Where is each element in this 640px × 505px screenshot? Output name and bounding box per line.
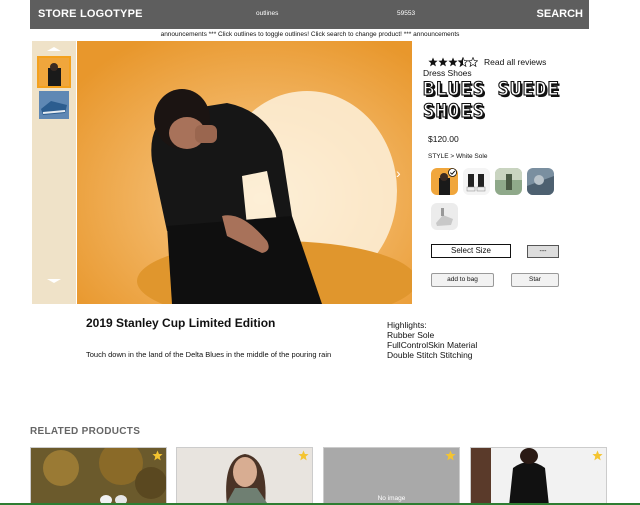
related-product-card[interactable]: No image (323, 447, 460, 505)
thumbnail-up-arrow-icon[interactable] (47, 47, 61, 51)
star-full-icon (448, 57, 458, 67)
star-full-icon (428, 57, 438, 67)
related-product-card[interactable] (176, 447, 313, 505)
product-rating: Read all reviews (428, 57, 546, 67)
star-button[interactable]: Star (511, 273, 559, 287)
next-image-chevron-icon[interactable]: › (396, 165, 401, 181)
favorite-star-icon[interactable] (152, 450, 163, 461)
favorite-star-icon[interactable] (445, 450, 456, 461)
product-category: Dress Shoes (423, 68, 472, 78)
outlines-toggle[interactable]: outlines (256, 10, 278, 17)
product-price: $120.00 (428, 134, 459, 144)
related-product-card[interactable] (30, 447, 167, 505)
related-product-image (31, 448, 166, 504)
store-logotype[interactable]: STORE LOGOTYPE (38, 8, 143, 20)
favorite-star-icon[interactable] (592, 450, 603, 461)
read-reviews-link[interactable]: Read all reviews (484, 57, 546, 67)
rating-stars (428, 57, 478, 67)
highlights-title: Highlights: (387, 320, 427, 330)
highlights-list: Highlights: Rubber Sole FullControlSkin … (387, 320, 477, 360)
star-empty-icon (468, 57, 478, 67)
product-gallery: › (32, 41, 412, 304)
thumbnail-column (32, 41, 76, 304)
size-dropdown[interactable]: --- (527, 245, 559, 258)
style-label: STYLE > White Sole (428, 153, 488, 160)
related-product-card[interactable] (470, 447, 607, 505)
header-code: 59553 (397, 10, 416, 17)
style-swatch-4[interactable] (527, 168, 554, 195)
product-description: Touch down in the land of the Delta Blue… (86, 350, 332, 359)
thumbnail-1[interactable] (37, 56, 71, 88)
highlight-item: Double Stitch Stitching (387, 350, 473, 360)
star-half-icon (458, 57, 468, 67)
style-swatch-3[interactable] (495, 168, 522, 195)
announcement-bar: announcements *** Click outlines to togg… (160, 31, 460, 38)
star-full-icon (438, 57, 448, 67)
search-button[interactable]: SEARCH (537, 8, 583, 20)
favorite-star-icon[interactable] (298, 450, 309, 461)
edition-heading: 2019 Stanley Cup Limited Edition (86, 316, 276, 330)
main-product-image[interactable] (77, 41, 412, 304)
product-title: BLUES SUEDE SHOES (422, 77, 560, 122)
style-swatch-1[interactable] (431, 168, 458, 195)
select-size-button[interactable]: Select Size (431, 244, 511, 258)
related-product-image (471, 448, 606, 504)
style-swatch-5[interactable] (431, 203, 458, 230)
add-to-bag-button[interactable]: add to bag (431, 273, 494, 287)
top-navigation-bar: STORE LOGOTYPE outlines 59553 SEARCH (30, 0, 589, 29)
related-products-heading: RELATED PRODUCTS (30, 426, 141, 437)
thumbnail-down-arrow-icon[interactable] (47, 279, 61, 283)
style-swatch-2[interactable] (463, 168, 490, 195)
related-product-image (177, 448, 312, 504)
thumbnail-2[interactable] (39, 91, 69, 119)
selected-check-icon (448, 168, 457, 177)
highlight-item: FullControlSkin Material (387, 340, 478, 350)
no-image-label: No image (377, 495, 406, 502)
highlight-item: Rubber Sole (387, 330, 435, 340)
